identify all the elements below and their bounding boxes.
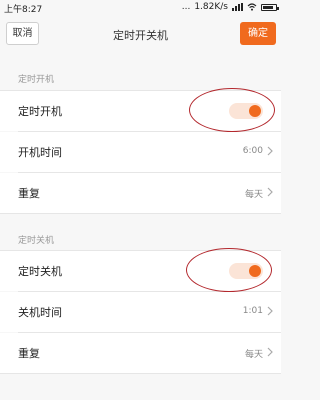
status-icons: ... 1.82K/s — [181, 2, 279, 12]
battery-icon — [261, 3, 279, 11]
status-bar: 上午8:27 ... 1.82K/s — [0, 0, 281, 16]
section-divider — [0, 373, 281, 374]
power-off-toggle-row[interactable]: 定时关机 — [0, 251, 281, 291]
power-on-toggle-label: 定时开机 — [18, 105, 62, 118]
section-divider — [0, 213, 281, 214]
power-on-time-row[interactable]: 开机时间 6:00 — [0, 132, 281, 172]
power-off-repeat-label: 重复 — [18, 347, 40, 360]
power-off-repeat-value: 每天 — [244, 350, 263, 360]
power-off-toggle-label: 定时关机 — [18, 265, 62, 278]
signal-icon — [232, 3, 243, 11]
chevron-right-icon — [267, 146, 273, 156]
power-on-time-value: 6:00 — [242, 146, 263, 156]
power-off-time-label: 关机时间 — [18, 306, 62, 319]
section-title-power-on: 定时开机 — [18, 75, 55, 85]
status-time: 上午8:27 — [4, 5, 43, 15]
nav-bar: 取消 定时开关机 确定 — [0, 16, 281, 52]
power-off-repeat-row[interactable]: 重复 每天 — [0, 333, 281, 373]
status-dots: ... — [181, 2, 191, 12]
power-on-repeat-label: 重复 — [18, 187, 40, 200]
toggle-knob — [249, 265, 261, 277]
power-on-time-label: 开机时间 — [18, 146, 62, 159]
toggle-knob — [249, 105, 261, 117]
power-off-time-value: 1:01 — [242, 306, 263, 316]
network-speed: 1.82K/s — [194, 2, 228, 12]
power-on-toggle-row[interactable]: 定时开机 — [0, 91, 281, 131]
chevron-right-icon — [267, 306, 273, 316]
page-title: 定时开关机 — [113, 29, 168, 42]
power-on-repeat-row[interactable]: 重复 每天 — [0, 173, 281, 213]
power-on-toggle[interactable] — [229, 103, 263, 119]
power-off-toggle[interactable] — [229, 263, 263, 279]
confirm-button[interactable]: 确定 — [240, 22, 276, 45]
power-off-time-row[interactable]: 关机时间 1:01 — [0, 292, 281, 332]
power-on-repeat-value: 每天 — [244, 190, 263, 200]
wifi-icon — [247, 3, 257, 11]
chevron-right-icon — [267, 347, 273, 357]
chevron-right-icon — [267, 187, 273, 197]
section-title-power-off: 定时关机 — [18, 236, 55, 246]
